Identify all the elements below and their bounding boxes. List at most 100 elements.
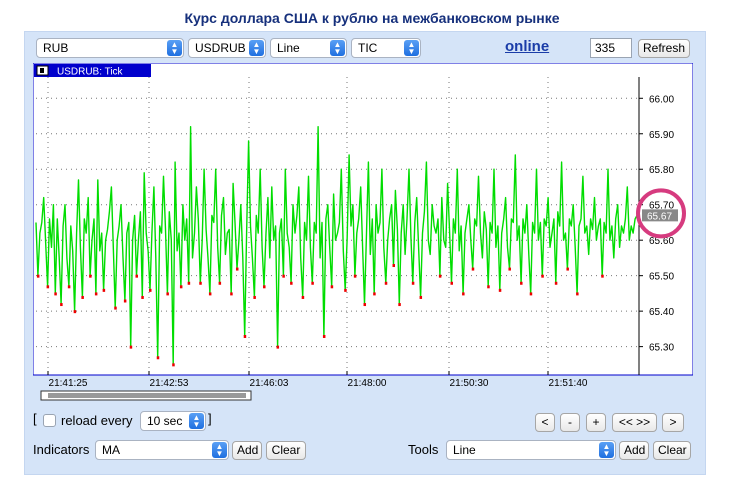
x-tick-label: 21:48:00: [348, 378, 387, 389]
y-tick-label: 65.90: [649, 130, 674, 141]
chevron-updown-icon: ▲ ▼: [189, 413, 204, 429]
tick-marker: [398, 303, 401, 307]
chart-type-select[interactable]: Line ▲ ▼: [270, 38, 347, 58]
tick-marker: [60, 303, 63, 307]
scrollbar-thumb[interactable]: [48, 393, 246, 398]
tick-marker: [123, 299, 127, 303]
tick-marker: [94, 292, 98, 296]
tools-select[interactable]: Line ▲ ▼: [446, 440, 616, 460]
tick-marker: [487, 285, 490, 289]
tick-marker: [235, 267, 239, 271]
tools-add-button[interactable]: Add: [619, 441, 649, 460]
tick-marker: [344, 288, 347, 292]
tick-marker: [89, 274, 92, 278]
tick-marker: [263, 285, 266, 289]
online-link[interactable]: online: [505, 38, 549, 55]
tick-marker: [102, 288, 106, 292]
tick-marker: [282, 274, 285, 278]
tick-marker: [438, 274, 442, 278]
reload-interval-select[interactable]: 10 sec ▲ ▼: [140, 411, 206, 431]
tick-marker: [529, 292, 533, 296]
chevron-updown-icon: ▲ ▼: [330, 40, 345, 56]
chart-title: USDRUB: Tick: [57, 67, 124, 78]
x-tick-label: 21:41:25: [49, 378, 88, 389]
tick-marker: [172, 363, 175, 367]
x-tick-label: 21:50:30: [450, 378, 489, 389]
chevron-updown-icon: ▲ ▼: [404, 40, 419, 56]
tick-marker: [135, 274, 138, 278]
pair-select[interactable]: USDRUB ▲ ▼: [188, 38, 266, 58]
tick-marker: [566, 267, 569, 271]
tick-marker: [419, 295, 423, 299]
chevron-updown-icon: ▲ ▼: [249, 40, 264, 56]
y-tick-label: 65.80: [649, 165, 674, 176]
tick-marker: [67, 285, 71, 289]
tick-marker: [290, 281, 293, 285]
currency-select[interactable]: RUB ▲ ▼: [36, 38, 184, 58]
period-select[interactable]: TIC ▲ ▼: [351, 38, 421, 58]
tick-marker: [411, 281, 415, 285]
tick-marker: [54, 292, 57, 296]
tick-marker: [73, 310, 77, 314]
chart-area: USDRUB: Tick 66.00 65.90 65.80 65.70 65.60 65…: [32, 62, 694, 406]
tick-chart: USDRUB: Tick 66.0065.9065.8065.7065.6065…: [32, 62, 694, 401]
tick-marker: [301, 295, 305, 299]
tick-marker: [179, 285, 183, 289]
tick-marker: [554, 281, 558, 285]
window-icon-inner: [40, 68, 44, 73]
tick-marker: [520, 281, 523, 285]
tick-marker: [541, 274, 544, 278]
nav-all-button[interactable]: << >>: [612, 413, 657, 432]
tick-marker: [373, 292, 376, 296]
tick-marker: [392, 264, 396, 268]
chevron-updown-icon: ▲ ▼: [599, 442, 614, 458]
tick-marker: [129, 345, 133, 349]
tick-marker: [311, 281, 314, 285]
tick-marker: [450, 281, 453, 285]
indicators-clear-button[interactable]: Clear: [266, 441, 306, 460]
tick-marker: [36, 274, 40, 278]
x-tick-label: 21:51:40: [549, 378, 588, 389]
nav-prev-button[interactable]: <: [535, 413, 555, 432]
tick-marker: [187, 281, 191, 285]
current-value-label: 65.67: [647, 211, 672, 222]
tick-marker: [471, 267, 475, 271]
tick-marker: [330, 285, 334, 289]
tick-marker: [208, 292, 212, 296]
chevron-updown-icon: ▲ ▼: [167, 40, 182, 56]
nav-next-button[interactable]: >: [662, 413, 684, 432]
tick-marker: [166, 292, 169, 296]
tick-marker: [253, 295, 256, 299]
tick-marker: [46, 285, 50, 289]
tick-marker: [149, 288, 152, 292]
tools-clear-button[interactable]: Clear: [653, 441, 691, 460]
chevron-updown-icon: ▲ ▼: [212, 442, 227, 458]
tick-count-input[interactable]: 335: [590, 38, 632, 58]
tick-marker: [218, 281, 222, 285]
indicators-select[interactable]: MA ▲ ▼: [95, 440, 229, 460]
tick-marker: [353, 274, 357, 278]
indicators-add-button[interactable]: Add: [232, 441, 262, 460]
tick-marker: [363, 303, 367, 307]
tick-marker: [498, 288, 502, 292]
indicators-label: Indicators: [33, 442, 90, 457]
y-tick-label: 65.50: [649, 272, 674, 283]
tools-label: Tools: [408, 442, 439, 457]
y-tick-label: 66.00: [649, 94, 674, 105]
reload-label: reload every: [61, 413, 133, 428]
zoom-in-button[interactable]: +: [586, 413, 606, 432]
y-tick-label: 65.40: [649, 307, 674, 318]
tick-marker: [322, 334, 326, 338]
zoom-out-button[interactable]: -: [560, 413, 580, 432]
reload-checkbox[interactable]: [43, 414, 56, 427]
x-tick-label: 21:46:03: [250, 378, 289, 389]
y-tick-label: 65.30: [649, 343, 674, 354]
tick-marker: [141, 295, 144, 299]
plot-frame: [32, 62, 694, 376]
tick-marker: [276, 345, 280, 349]
tick-marker: [384, 281, 388, 285]
refresh-button[interactable]: Refresh: [638, 39, 690, 58]
tick-marker: [199, 281, 202, 285]
tick-marker: [81, 295, 84, 299]
tick-marker: [243, 334, 247, 338]
